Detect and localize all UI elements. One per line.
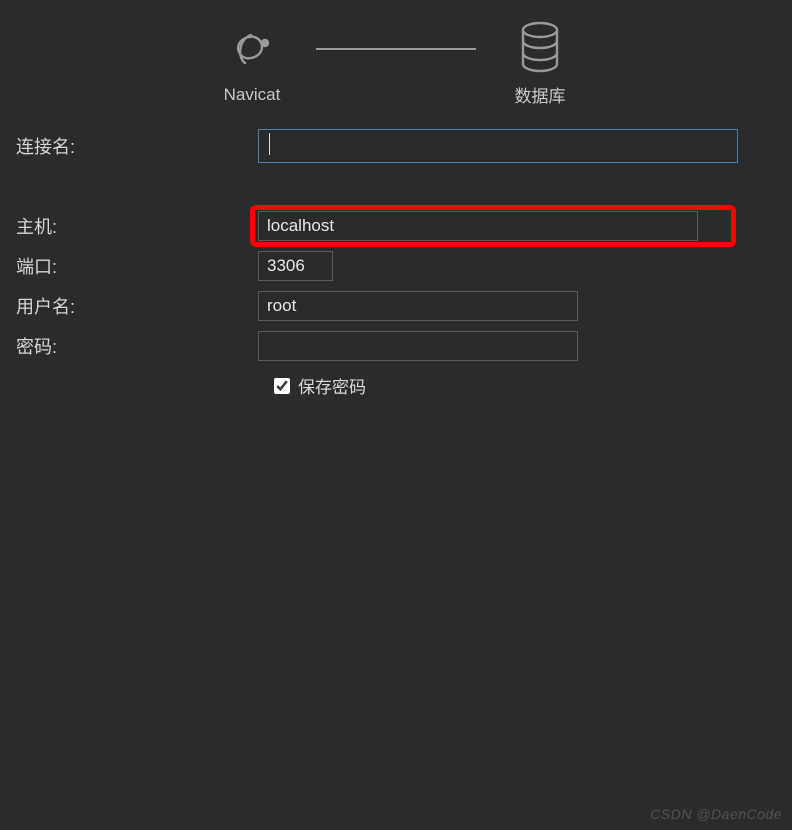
password-label: 密码: bbox=[14, 333, 258, 359]
port-label: 端口: bbox=[14, 253, 258, 279]
connector-line bbox=[316, 48, 476, 50]
host-input[interactable] bbox=[258, 211, 698, 241]
port-input[interactable] bbox=[258, 251, 333, 281]
host-label: 主机: bbox=[14, 213, 258, 239]
database-label: 数据库 bbox=[515, 82, 566, 107]
password-input[interactable] bbox=[258, 331, 578, 361]
password-row: 密码: bbox=[14, 327, 778, 365]
navicat-icon bbox=[225, 21, 279, 79]
port-row: 端口: bbox=[14, 247, 778, 285]
connection-name-input[interactable] bbox=[258, 129, 738, 163]
host-row: 主机: bbox=[14, 207, 778, 245]
save-password-row: 保存密码 bbox=[14, 373, 778, 398]
username-label: 用户名: bbox=[14, 293, 258, 319]
connection-form: 连接名: 主机: 端口: 用户名: 密码: 保存密码 bbox=[0, 119, 792, 398]
username-row: 用户名: bbox=[14, 287, 778, 325]
connection-name-label: 连接名: bbox=[14, 133, 258, 159]
database-icon bbox=[517, 18, 563, 76]
save-password-checkbox[interactable] bbox=[274, 378, 290, 394]
navicat-label: Navicat bbox=[224, 85, 281, 105]
connection-name-row: 连接名: bbox=[14, 127, 778, 165]
database-header-item: 数据库 bbox=[480, 18, 600, 107]
save-password-label: 保存密码 bbox=[298, 373, 366, 398]
username-input[interactable] bbox=[258, 291, 578, 321]
navicat-header-item: Navicat bbox=[192, 21, 312, 105]
watermark: CSDN @DaenCode bbox=[650, 806, 782, 822]
connection-header: Navicat 数据库 bbox=[0, 0, 792, 119]
